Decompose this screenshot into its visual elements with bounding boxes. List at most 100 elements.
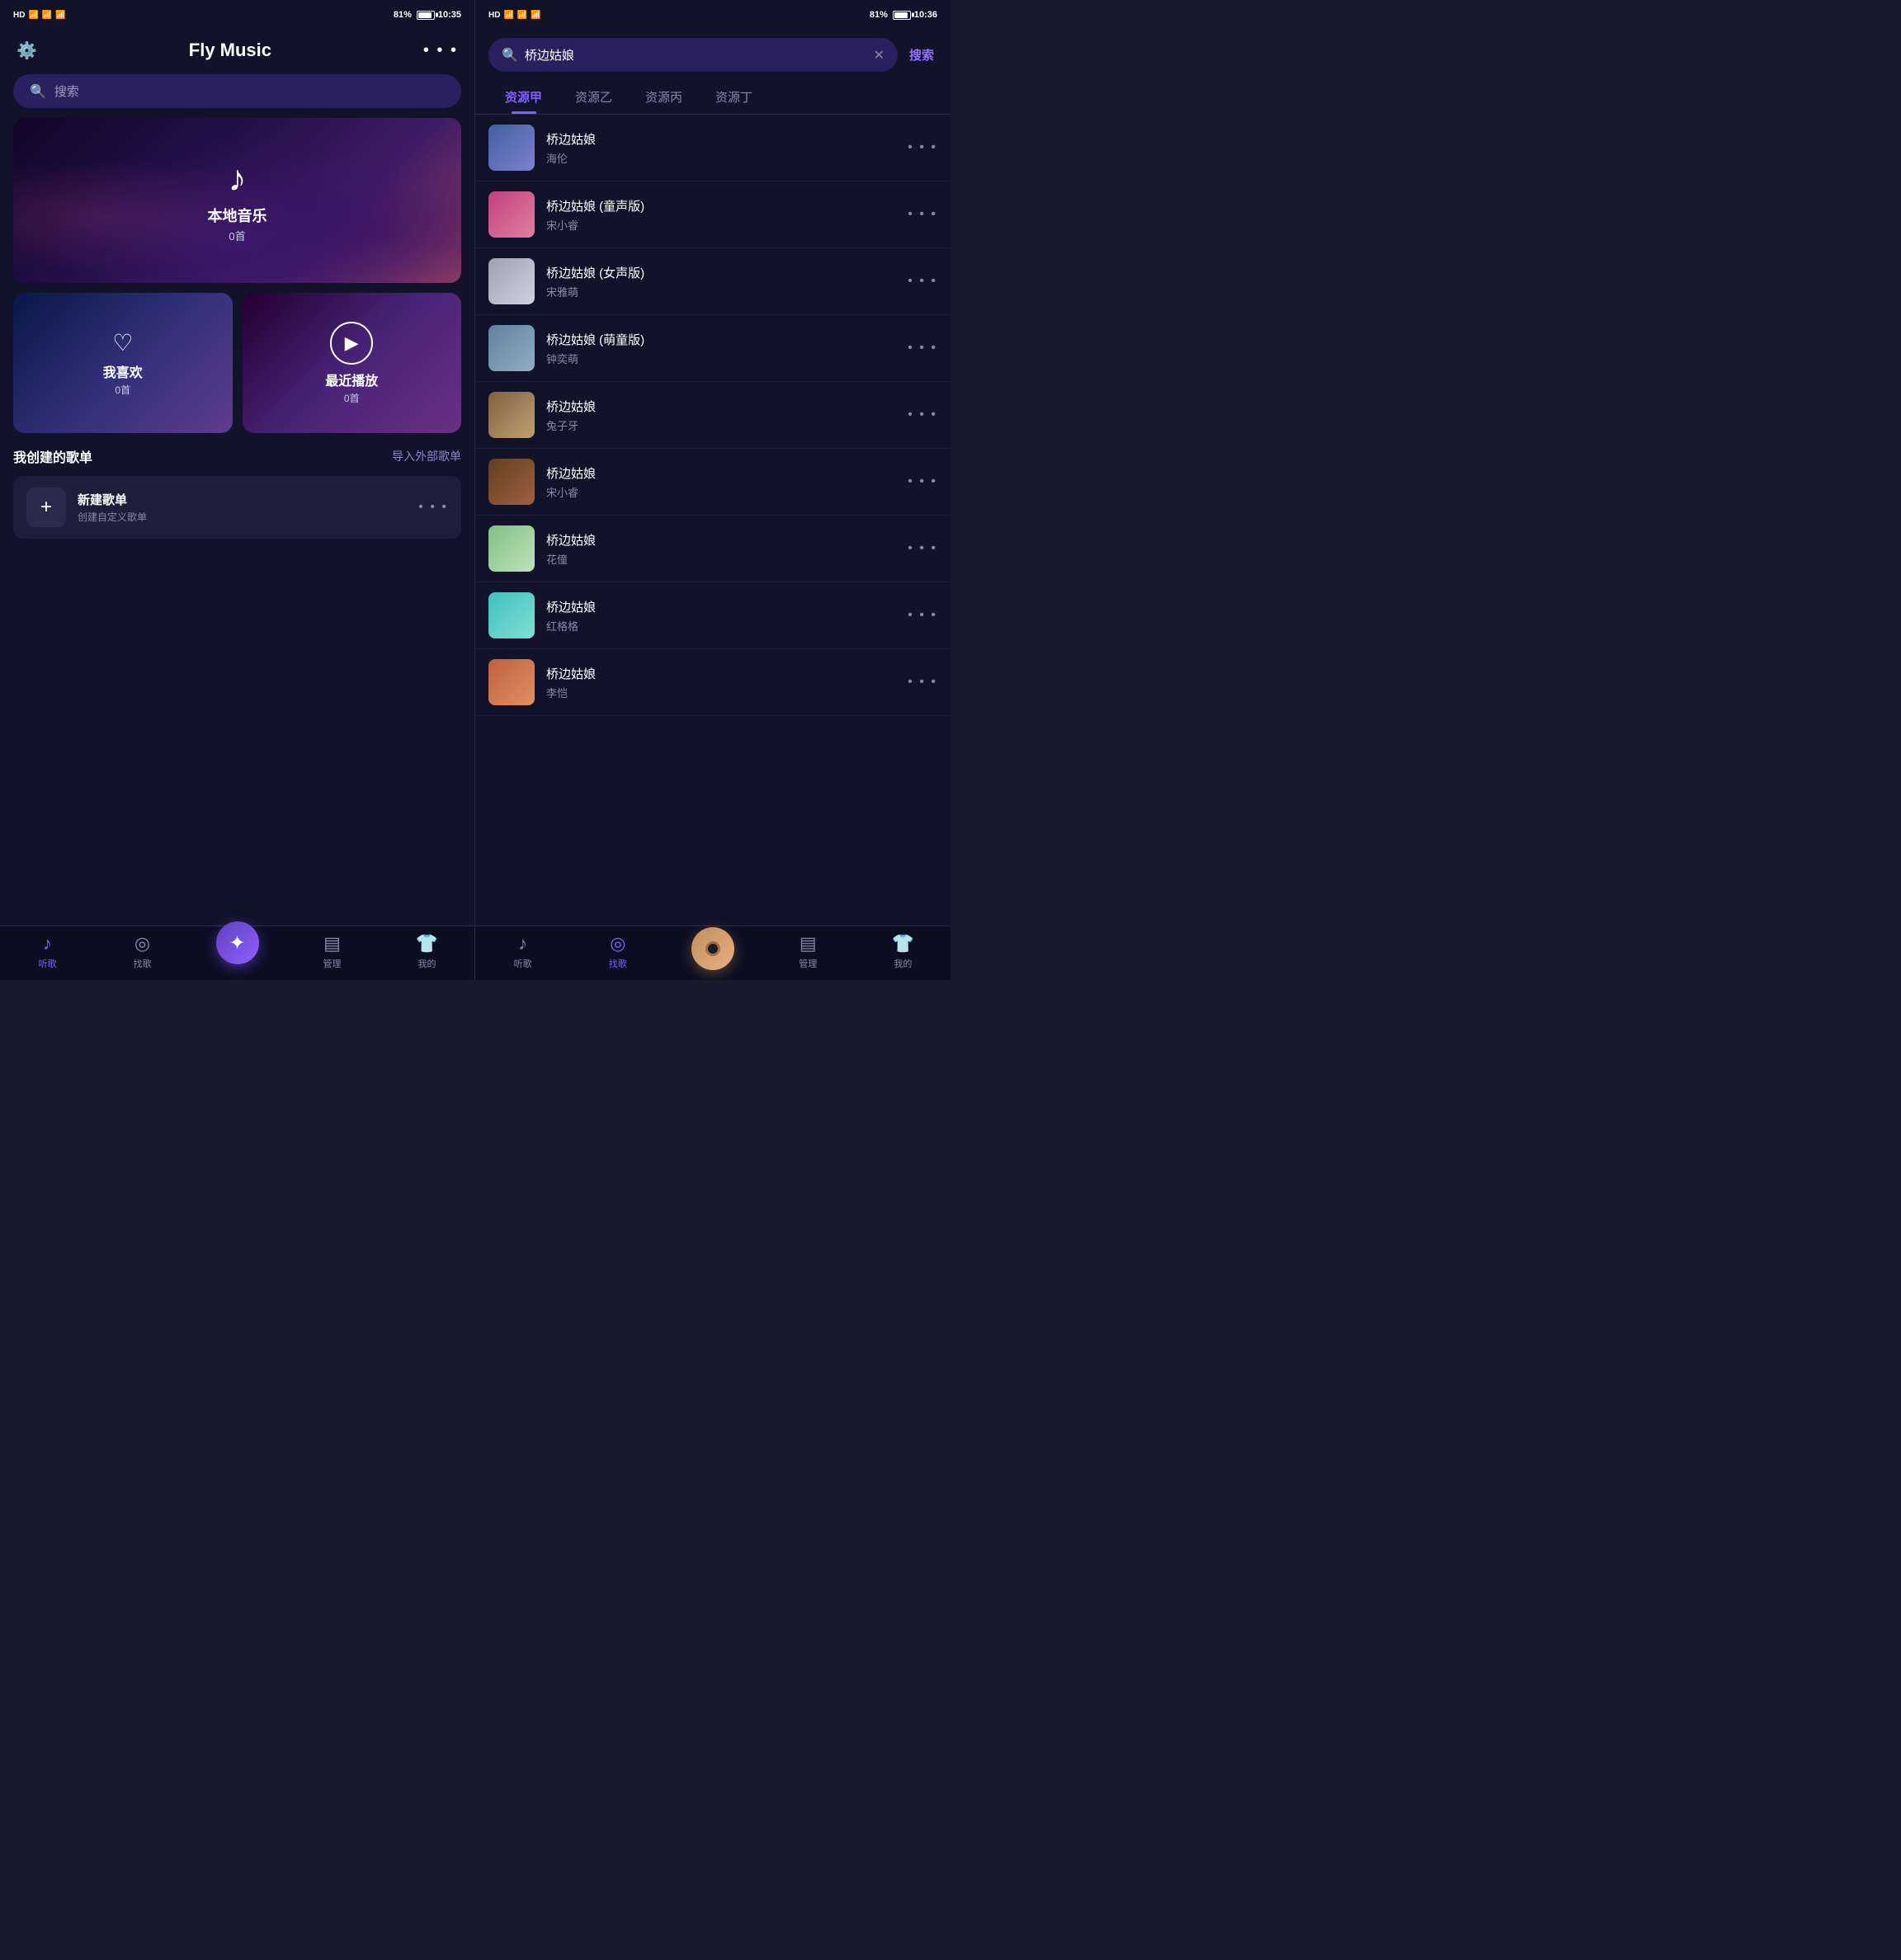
result-more-3[interactable]: • • • bbox=[908, 274, 937, 289]
result-info-9: 桥边姑娘 李恺 bbox=[546, 665, 896, 700]
result-title-1: 桥边姑娘 bbox=[546, 130, 896, 148]
result-more-2[interactable]: • • • bbox=[908, 207, 937, 222]
playlist-section: 我创建的歌单 导入外部歌单 + 新建歌单 创建自定义歌单 • • • bbox=[0, 446, 474, 926]
right-bottom-nav: ♪ 听歌 ◎ 找歌 ▤ 管理 👕 我的 bbox=[475, 926, 950, 980]
result-more-5[interactable]: • • • bbox=[908, 408, 937, 422]
right-nav-manage[interactable]: ▤ 管理 bbox=[761, 933, 856, 970]
manage-label: 管理 bbox=[323, 957, 342, 970]
tab-source-yi[interactable]: 资源乙 bbox=[559, 80, 629, 114]
battery-percent-left: 81% bbox=[394, 10, 412, 20]
result-info-7: 桥边姑娘 花僮 bbox=[546, 531, 896, 567]
result-artist-9: 李恺 bbox=[546, 685, 896, 700]
banner-title: 本地音乐 bbox=[208, 205, 267, 226]
find-icon: ◎ bbox=[134, 933, 150, 954]
favorites-count: 0首 bbox=[115, 383, 130, 397]
mine-icon: 👕 bbox=[416, 933, 438, 954]
result-thumb-7 bbox=[488, 525, 535, 572]
result-thumb-5 bbox=[488, 392, 535, 438]
clear-search-button[interactable]: ✕ bbox=[874, 47, 884, 64]
import-playlist-button[interactable]: 导入外部歌单 bbox=[392, 448, 461, 464]
center-logo-button[interactable]: ✦ bbox=[216, 921, 259, 964]
settings-icon[interactable]: ⚙️ bbox=[17, 40, 37, 61]
status-bar-left: HD 📶 📶 📶 81% 10:35 bbox=[0, 0, 474, 30]
result-thumb-8 bbox=[488, 592, 535, 638]
status-bar-right: HD 📶 📶 📶 81% 10:36 bbox=[475, 0, 950, 30]
nav-listen[interactable]: ♪ 听歌 bbox=[0, 933, 95, 970]
search-submit-button[interactable]: 搜索 bbox=[906, 46, 937, 64]
search-results-list: 桥边姑娘 海伦 • • • 桥边姑娘 (童声版) 宋小睿 • • • 桥边姑娘 … bbox=[475, 115, 950, 926]
result-info-4: 桥边姑娘 (萌童版) 钟奕萌 bbox=[546, 331, 896, 366]
result-more-7[interactable]: • • • bbox=[908, 541, 937, 556]
result-title-7: 桥边姑娘 bbox=[546, 531, 896, 549]
right-manage-label: 管理 bbox=[799, 957, 817, 970]
right-nav-center[interactable] bbox=[665, 939, 760, 970]
result-thumb-9 bbox=[488, 659, 535, 705]
heart-icon: ♡ bbox=[112, 329, 133, 356]
result-artist-6: 宋小睿 bbox=[546, 484, 896, 500]
more-menu-button[interactable]: • • • bbox=[423, 41, 458, 60]
battery-icon-right bbox=[893, 11, 911, 20]
result-item-5[interactable]: 桥边姑娘 兔子牙 • • • bbox=[475, 382, 950, 449]
result-title-5: 桥边姑娘 bbox=[546, 398, 896, 415]
search-bar[interactable]: 🔍 搜索 bbox=[13, 74, 461, 108]
right-manage-icon: ▤ bbox=[800, 933, 817, 954]
result-more-1[interactable]: • • • bbox=[908, 140, 937, 155]
result-more-8[interactable]: • • • bbox=[908, 608, 937, 623]
search-icon: 🔍 bbox=[30, 83, 46, 100]
search-query-text: 桥边姑娘 bbox=[525, 46, 867, 64]
result-info-5: 桥边姑娘 兔子牙 bbox=[546, 398, 896, 433]
result-item-6[interactable]: 桥边姑娘 宋小睿 • • • bbox=[475, 449, 950, 516]
status-signal-left: HD 📶 📶 📶 bbox=[13, 11, 66, 20]
new-playlist-subtitle: 创建自定义歌单 bbox=[78, 510, 147, 524]
nav-mine[interactable]: 👕 我的 bbox=[380, 933, 474, 970]
tab-source-ding[interactable]: 资源丁 bbox=[699, 80, 769, 114]
result-info-8: 桥边姑娘 红格格 bbox=[546, 598, 896, 634]
new-playlist-item[interactable]: + 新建歌单 创建自定义歌单 • • • bbox=[13, 476, 461, 539]
card-row: ♡ 我喜欢 0首 ▶ 最近播放 0首 bbox=[13, 293, 461, 433]
status-center-left: 81% 10:35 bbox=[394, 10, 461, 20]
favorites-card[interactable]: ♡ 我喜欢 0首 bbox=[13, 293, 233, 433]
nav-center[interactable]: ✦ bbox=[190, 933, 285, 970]
result-item-8[interactable]: 桥边姑娘 红格格 • • • bbox=[475, 582, 950, 649]
result-info-3: 桥边姑娘 (女声版) 宋雅萌 bbox=[546, 264, 896, 299]
nav-manage[interactable]: ▤ 管理 bbox=[285, 933, 380, 970]
result-item-9[interactable]: 桥边姑娘 李恺 • • • bbox=[475, 649, 950, 716]
find-label: 找歌 bbox=[134, 957, 152, 970]
search-input-container[interactable]: 🔍 桥边姑娘 ✕ bbox=[488, 38, 898, 72]
playlist-header: 我创建的歌单 导入外部歌单 bbox=[13, 446, 461, 466]
right-nav-listen[interactable]: ♪ 听歌 bbox=[475, 933, 570, 970]
result-thumb-1 bbox=[488, 125, 535, 171]
result-more-9[interactable]: • • • bbox=[908, 675, 937, 690]
right-nav-find[interactable]: ◎ 找歌 bbox=[570, 933, 665, 970]
result-item-7[interactable]: 桥边姑娘 花僮 • • • bbox=[475, 516, 950, 582]
right-nav-mine[interactable]: 👕 我的 bbox=[856, 933, 950, 970]
playlist-section-title: 我创建的歌单 bbox=[13, 446, 92, 466]
listen-label: 听歌 bbox=[39, 957, 57, 970]
result-title-9: 桥边姑娘 bbox=[546, 665, 896, 682]
search-bar-container: 🔍 搜索 bbox=[0, 68, 474, 118]
right-find-label: 找歌 bbox=[609, 957, 627, 970]
new-playlist-more-button[interactable]: • • • bbox=[418, 500, 448, 515]
local-music-banner[interactable]: ♪ 本地音乐 0首 bbox=[13, 118, 461, 283]
right-mine-label: 我的 bbox=[894, 957, 912, 970]
result-more-4[interactable]: • • • bbox=[908, 341, 937, 356]
battery-percent-right: 81% bbox=[870, 10, 888, 20]
search-placeholder: 搜索 bbox=[54, 82, 79, 100]
left-panel: HD 📶 📶 📶 81% 10:35 ⚙️ Fly Music • • • 🔍 … bbox=[0, 0, 475, 980]
result-item-4[interactable]: 桥边姑娘 (萌童版) 钟奕萌 • • • bbox=[475, 315, 950, 382]
result-item-2[interactable]: 桥边姑娘 (童声版) 宋小睿 • • • bbox=[475, 181, 950, 248]
play-icon: ▶ bbox=[330, 322, 373, 365]
new-playlist-title: 新建歌单 bbox=[78, 491, 147, 508]
result-item-3[interactable]: 桥边姑娘 (女声版) 宋雅萌 • • • bbox=[475, 248, 950, 315]
result-more-6[interactable]: • • • bbox=[908, 474, 937, 489]
result-title-2: 桥边姑娘 (童声版) bbox=[546, 197, 896, 214]
left-bottom-nav: ♪ 听歌 ◎ 找歌 ✦ ▤ 管理 👕 我的 bbox=[0, 926, 474, 980]
disc-button[interactable] bbox=[691, 927, 734, 970]
nav-find[interactable]: ◎ 找歌 bbox=[95, 933, 190, 970]
recent-play-card[interactable]: ▶ 最近播放 0首 bbox=[243, 293, 462, 433]
status-signal-right: HD 📶 📶 📶 bbox=[488, 11, 541, 20]
tab-source-jia[interactable]: 资源甲 bbox=[488, 80, 559, 114]
result-artist-3: 宋雅萌 bbox=[546, 284, 896, 299]
tab-source-bing[interactable]: 资源丙 bbox=[629, 80, 699, 114]
result-item-1[interactable]: 桥边姑娘 海伦 • • • bbox=[475, 115, 950, 181]
